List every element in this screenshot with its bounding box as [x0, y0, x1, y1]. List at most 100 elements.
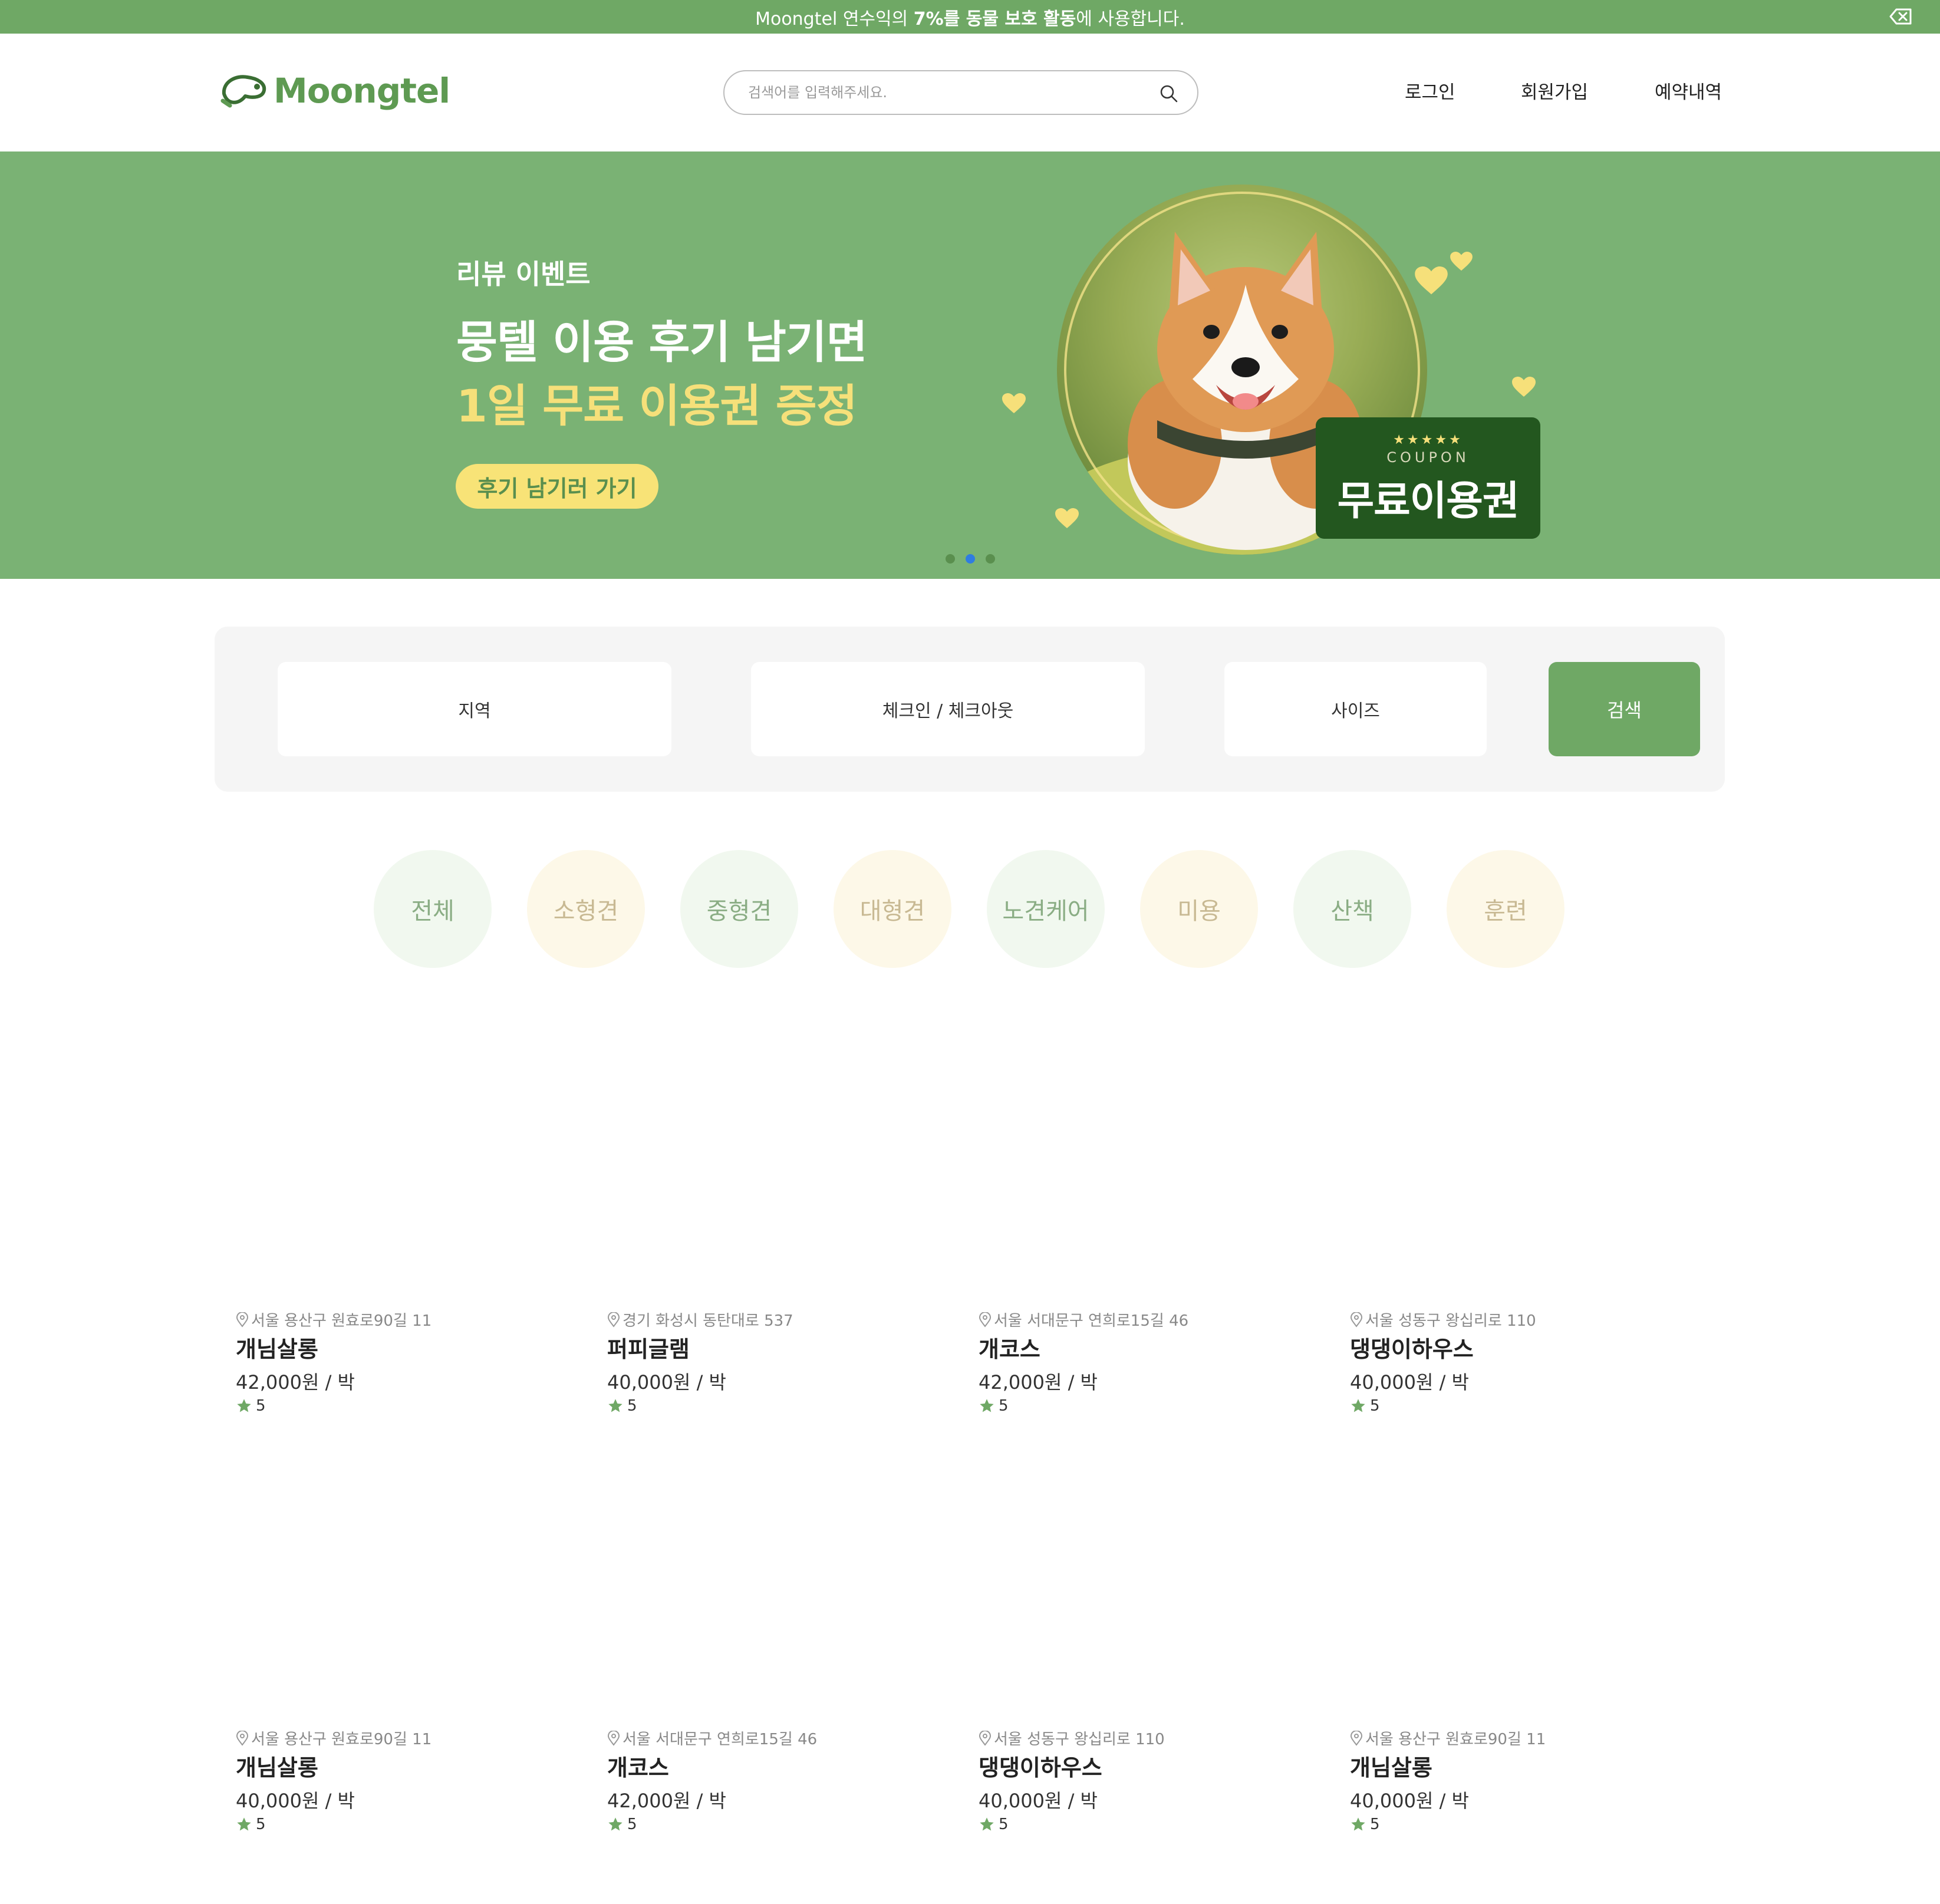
listing-address-text: 서울 용산구 원효로90길 11 — [251, 1312, 432, 1330]
listing-price: 42,000원 / 박 — [979, 1371, 1098, 1394]
listing-card[interactable]: 서울 용산구 원효로90길 11 개님살롱 40,000원 / 박 5 — [1350, 1727, 1680, 1904]
heart-icon — [1002, 393, 1026, 413]
listing-card[interactable]: 서울 용산구 원효로90길 11 개님살롱 42,000원 / 박 5 — [236, 1309, 566, 1485]
listing-price: 42,000원 / 박 — [607, 1790, 726, 1812]
star-icon — [237, 1399, 251, 1412]
listing-address: 서울 용산구 원효로90길 11 — [236, 1309, 432, 1330]
listing-card[interactable]: 서울 용산구 원효로90길 11 개님살롱 40,000원 / 박 5 — [236, 1727, 566, 1904]
announcement-bar: Moongtel 연수익의 7%를 동물 보호 활동에 사용합니다. — [0, 0, 1940, 34]
category-grooming[interactable]: 미용 — [1140, 850, 1258, 968]
listing-address-text: 서울 용산구 원효로90길 11 — [251, 1731, 432, 1748]
coupon-label: COUPON — [1386, 449, 1470, 466]
listing-price: 40,000원 / 박 — [236, 1790, 355, 1812]
listing-price: 40,000원 / 박 — [1350, 1790, 1469, 1812]
listing-rating-value: 5 — [627, 1816, 637, 1833]
listing-address-text: 서울 용산구 원효로90길 11 — [1365, 1731, 1546, 1748]
dog-logo-icon — [220, 75, 266, 108]
listing-name: 댕댕이하우스 — [1350, 1336, 1474, 1362]
listing-address-text: 서울 성동구 왕십리로 110 — [994, 1731, 1165, 1748]
carousel-dots — [946, 554, 995, 564]
coupon-title: 무료이용권 — [1337, 478, 1520, 525]
write-review-button[interactable]: 후기 남기러 가기 — [456, 464, 658, 509]
category-small[interactable]: 소형견 — [527, 850, 645, 968]
category-all[interactable]: 전체 — [374, 850, 492, 968]
listing-name: 개코스 — [607, 1755, 669, 1781]
listing-card[interactable]: 서울 성동구 왕십리로 110 댕댕이하우스 40,000원 / 박 5 — [1350, 1309, 1680, 1485]
carousel-dot-3[interactable] — [986, 554, 995, 564]
listing-name: 개코스 — [979, 1336, 1040, 1362]
listing-price: 42,000원 / 박 — [236, 1371, 355, 1394]
listing-rating-value: 5 — [256, 1816, 266, 1833]
listing-name: 댕댕이하우스 — [979, 1755, 1102, 1781]
category-medium[interactable]: 중형견 — [680, 850, 798, 968]
heart-icon — [1055, 508, 1079, 528]
announcement-text: Moongtel 연수익의 7%를 동물 보호 활동에 사용합니다. — [755, 4, 1185, 30]
category-large[interactable]: 대형견 — [834, 850, 951, 968]
listing-address-text: 서울 서대문구 연희로15길 46 — [994, 1312, 1189, 1330]
announcement-text-bold: 7%를 동물 보호 활동 — [913, 8, 1076, 29]
banner-headline-1: 뭉텔 이용 후기 남기면 — [456, 316, 868, 368]
star-icon — [1351, 1817, 1365, 1831]
listing-card[interactable]: 서울 성동구 왕십리로 110 댕댕이하우스 40,000원 / 박 5 — [979, 1727, 1309, 1904]
nav-reservations[interactable]: 예약내역 — [1655, 77, 1722, 104]
banner-eyebrow: 리뷰 이벤트 — [456, 258, 591, 290]
listing-rating-value: 5 — [999, 1816, 1009, 1833]
size-select[interactable]: 사이즈 — [1224, 662, 1487, 756]
carousel-dot-1[interactable] — [946, 554, 955, 564]
filter-search-button[interactable]: 검색 — [1549, 662, 1700, 756]
region-select[interactable]: 지역 — [278, 662, 671, 756]
category-senior[interactable]: 노견케어 — [987, 850, 1105, 968]
star-icon — [608, 1399, 622, 1412]
listing-name: 퍼피글램 — [607, 1336, 690, 1362]
location-pin-icon — [1350, 1312, 1363, 1327]
listing-price: 40,000원 / 박 — [607, 1371, 726, 1394]
heart-icon — [1450, 252, 1473, 271]
listing-rating-value: 5 — [1370, 1397, 1380, 1415]
listing-name: 개님살롱 — [236, 1755, 318, 1781]
listing-address-text: 서울 성동구 왕십리로 110 — [1365, 1312, 1536, 1330]
listing-rating-value: 5 — [999, 1397, 1009, 1415]
listing-name: 개님살롱 — [1350, 1755, 1432, 1781]
nav-signup[interactable]: 회원가입 — [1521, 77, 1588, 104]
listing-card[interactable]: 서울 서대문구 연희로15길 46 개코스 42,000원 / 박 5 — [979, 1309, 1309, 1485]
search-input[interactable] — [748, 80, 1137, 106]
nav-login[interactable]: 로그인 — [1405, 77, 1455, 104]
location-pin-icon — [979, 1312, 992, 1327]
listing-name: 개님살롱 — [236, 1336, 318, 1362]
listing-rating-value: 5 — [256, 1397, 266, 1415]
listing-rating: 5 — [607, 1397, 637, 1415]
search-filter-panel: 지역 체크인 / 체크아웃 사이즈 검색 — [215, 627, 1725, 792]
location-pin-icon — [607, 1730, 620, 1746]
star-icon — [980, 1817, 994, 1831]
listing-rating: 5 — [607, 1816, 637, 1833]
banner-headline-2: 1일 무료 이용권 증정 — [456, 380, 858, 432]
listing-card[interactable]: 경기 화성시 동탄대로 537 퍼피글램 40,000원 / 박 5 — [607, 1309, 937, 1485]
listing-address-text: 경기 화성시 동탄대로 537 — [622, 1312, 793, 1330]
listing-address-text: 서울 서대문구 연희로15길 46 — [622, 1731, 818, 1748]
heart-icon — [1512, 377, 1536, 397]
category-walk[interactable]: 산책 — [1293, 850, 1411, 968]
location-pin-icon — [979, 1730, 992, 1746]
listing-card[interactable]: 서울 서대문구 연희로15길 46 개코스 42,000원 / 박 5 — [607, 1727, 937, 1904]
listing-address: 서울 용산구 원효로90길 11 — [1350, 1727, 1546, 1749]
star-icon — [1351, 1399, 1365, 1412]
date-range-select[interactable]: 체크인 / 체크아웃 — [751, 662, 1145, 756]
coupon-badge: ★★★★★ COUPON 무료이용권 — [1316, 417, 1540, 539]
listing-address: 서울 성동구 왕십리로 110 — [1350, 1309, 1536, 1330]
logo[interactable]: Moongtel — [218, 70, 450, 111]
search-icon[interactable] — [1158, 83, 1180, 104]
star-icon — [980, 1399, 994, 1412]
listing-rating: 5 — [236, 1397, 266, 1415]
star-icon — [237, 1817, 251, 1831]
listing-rating: 5 — [1350, 1816, 1380, 1833]
search-bar[interactable] — [723, 70, 1198, 115]
announcement-text-post: 에 사용합니다. — [1076, 8, 1185, 29]
heart-icon — [1415, 266, 1448, 295]
close-tag-icon[interactable] — [1888, 4, 1914, 29]
carousel-dot-2[interactable] — [966, 554, 975, 564]
listing-rating-value: 5 — [1370, 1816, 1380, 1833]
announcement-text-pre: Moongtel 연수익의 — [755, 8, 914, 29]
listing-address: 서울 성동구 왕십리로 110 — [979, 1727, 1165, 1749]
listing-rating: 5 — [979, 1816, 1009, 1833]
category-training[interactable]: 훈련 — [1447, 850, 1564, 968]
